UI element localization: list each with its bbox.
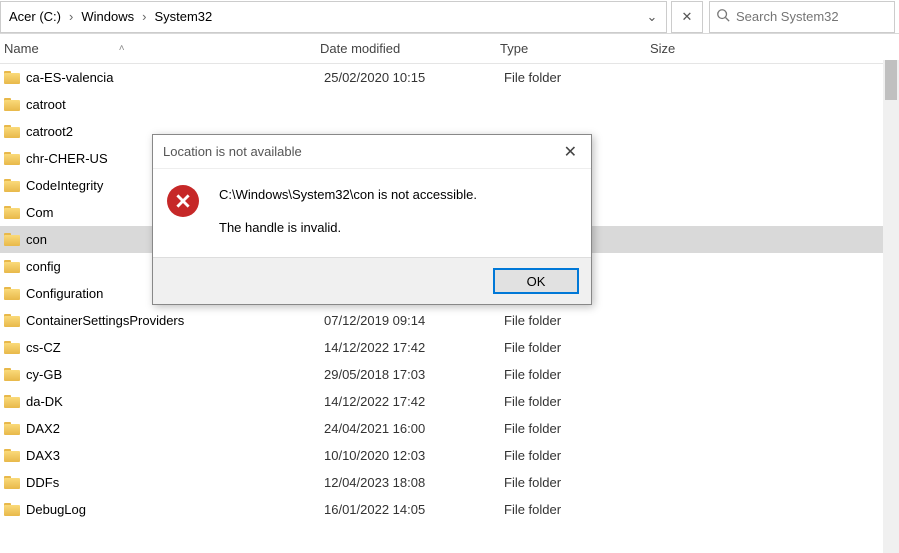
file-date: 10/10/2020 12:03 [324,448,504,463]
scrollbar[interactable] [883,60,899,553]
folder-icon [4,71,20,84]
table-row[interactable]: DAX310/10/2020 12:03File folder [0,442,899,469]
sort-asc-icon: ˄ [119,43,125,54]
file-date: 07/12/2019 09:14 [324,313,504,328]
folder-icon [4,125,20,138]
file-type: File folder [504,475,654,490]
file-type: File folder [504,70,654,85]
folder-icon [4,476,20,489]
file-name: cs-CZ [26,340,324,355]
table-row[interactable]: ca-ES-valencia25/02/2020 10:15File folde… [0,64,899,91]
folder-icon [4,152,20,165]
folder-icon [4,449,20,462]
dialog-title: Location is not available [163,144,302,159]
file-date: 16/01/2022 14:05 [324,502,504,517]
dialog-message-1: C:\Windows\System32\con is not accessibl… [219,187,477,202]
file-name: DebugLog [26,502,324,517]
file-type: File folder [504,394,654,409]
dialog-body: C:\Windows\System32\con is not accessibl… [153,169,591,257]
address-bar: Acer (C:) › Windows › System32 ⌄ ✕ [0,0,899,34]
table-row[interactable]: cy-GB29/05/2018 17:03File folder [0,361,899,388]
file-type: File folder [504,313,654,328]
folder-icon [4,98,20,111]
breadcrumb-system32[interactable]: System32 [148,9,218,24]
file-name: da-DK [26,394,324,409]
column-headers: Name ˄ Date modified Type Size [0,34,899,64]
header-name[interactable]: Name ˄ [0,41,320,56]
table-row[interactable]: da-DK14/12/2022 17:42File folder [0,388,899,415]
file-type: File folder [504,448,654,463]
folder-icon [4,368,20,381]
header-type[interactable]: Type [500,41,650,56]
file-name: cy-GB [26,367,324,382]
scrollbar-thumb[interactable] [885,60,897,100]
table-row[interactable]: cs-CZ14/12/2022 17:42File folder [0,334,899,361]
breadcrumb-root[interactable]: Acer (C:) [3,9,67,24]
ok-button[interactable]: OK [493,268,579,294]
table-row[interactable]: ContainerSettingsProviders07/12/2019 09:… [0,307,899,334]
error-dialog: Location is not available ✕ C:\Windows\S… [152,134,592,305]
file-date: 14/12/2022 17:42 [324,394,504,409]
table-row[interactable]: DDFs12/04/2023 18:08File folder [0,469,899,496]
folder-icon [4,422,20,435]
chevron-right-icon: › [67,9,75,24]
chevron-down-icon[interactable]: ⌄ [638,3,666,31]
file-date: 24/04/2021 16:00 [324,421,504,436]
folder-icon [4,287,20,300]
folder-icon [4,341,20,354]
file-type: File folder [504,367,654,382]
header-size[interactable]: Size [650,41,750,56]
table-row[interactable]: DAX224/04/2021 16:00File folder [0,415,899,442]
file-date: 12/04/2023 18:08 [324,475,504,490]
close-icon[interactable]: ✕ [560,138,581,166]
folder-icon [4,179,20,192]
folder-icon [4,503,20,516]
file-name: DAX3 [26,448,324,463]
breadcrumb-windows[interactable]: Windows [75,9,140,24]
header-date[interactable]: Date modified [320,41,500,56]
breadcrumb[interactable]: Acer (C:) › Windows › System32 ⌄ [0,1,667,33]
error-icon [167,185,199,217]
file-type: File folder [504,502,654,517]
search-input[interactable] [736,9,888,24]
file-date: 14/12/2022 17:42 [324,340,504,355]
search-icon [716,8,730,25]
header-name-label: Name [4,41,39,56]
folder-icon [4,314,20,327]
dialog-messages: C:\Windows\System32\con is not accessibl… [219,185,477,235]
file-name: ContainerSettingsProviders [26,313,324,328]
file-name: DAX2 [26,421,324,436]
file-name: DDFs [26,475,324,490]
search-box[interactable] [709,1,895,33]
dialog-message-2: The handle is invalid. [219,220,477,235]
file-date: 29/05/2018 17:03 [324,367,504,382]
folder-icon [4,206,20,219]
dialog-titlebar: Location is not available ✕ [153,135,591,169]
refresh-button[interactable]: ✕ [671,1,703,33]
file-name: catroot [26,97,324,112]
folder-icon [4,395,20,408]
chevron-right-icon: › [140,9,148,24]
folder-icon [4,233,20,246]
file-type: File folder [504,421,654,436]
file-name: ca-ES-valencia [26,70,324,85]
table-row[interactable]: DebugLog16/01/2022 14:05File folder [0,496,899,523]
table-row[interactable]: catroot [0,91,899,118]
dialog-footer: OK [153,257,591,304]
file-date: 25/02/2020 10:15 [324,70,504,85]
folder-icon [4,260,20,273]
file-type: File folder [504,340,654,355]
